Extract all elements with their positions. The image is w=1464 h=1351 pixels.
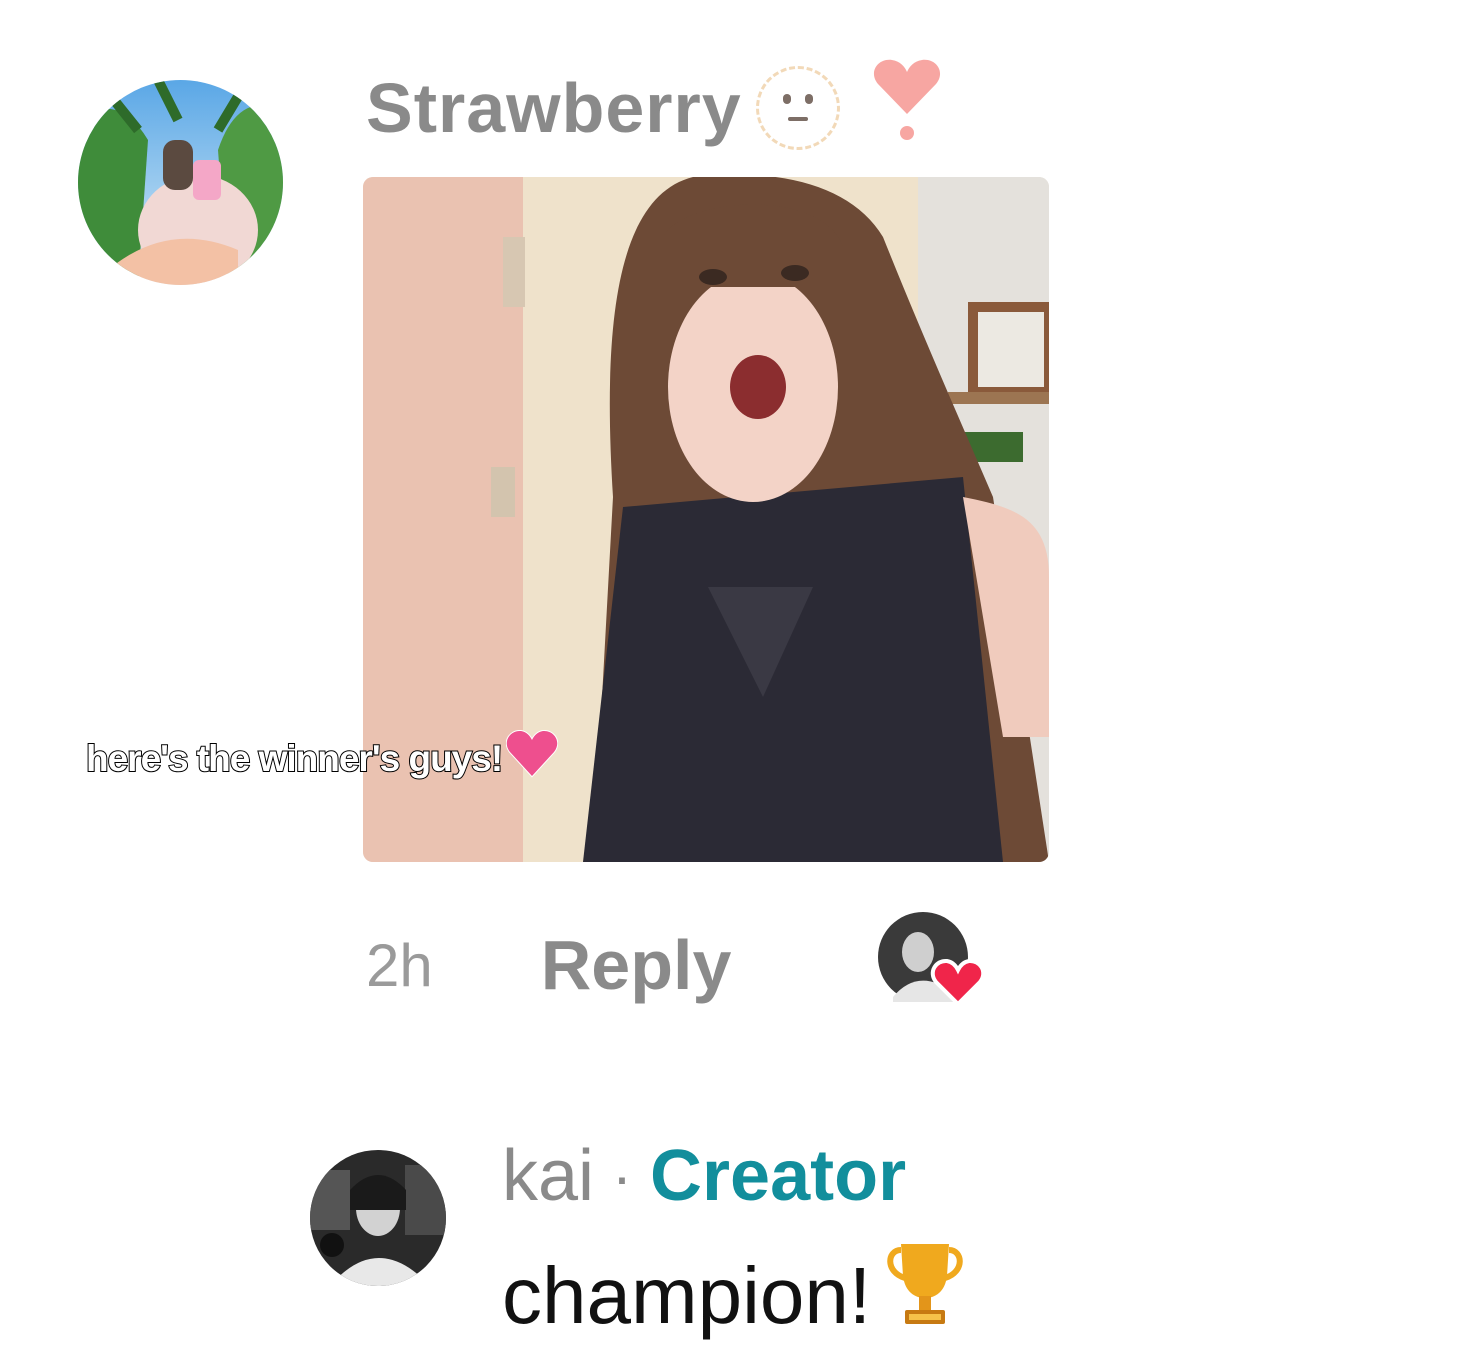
dotted-neutral-face-icon [755, 66, 840, 150]
comment-username-row: Strawberry [366, 58, 942, 158]
creator-badge: Creator [650, 1136, 907, 1216]
reply-button[interactable]: Reply [541, 925, 732, 1005]
comment-actions-row: 2h Reply [366, 920, 731, 1010]
comment-username[interactable]: Strawberry [366, 68, 742, 148]
avatar-image [78, 80, 283, 285]
reply-username[interactable]: kai [502, 1135, 594, 1217]
sparkling-heart-icon [505, 729, 559, 787]
creator-avatar-heart-icon [878, 912, 986, 1007]
media-caption: here's the winner's guys! [85, 729, 559, 787]
comment-timestamp: 2h [366, 931, 433, 999]
reply-header: kai · Creator [502, 1135, 906, 1217]
heart-exclamation-icon [872, 58, 942, 158]
trophy-icon [883, 1240, 967, 1351]
media-caption-text: here's the winner's guys! [85, 737, 504, 780]
commenter-avatar[interactable] [78, 80, 283, 285]
avatar-image [310, 1150, 446, 1286]
reply-body: champion! [502, 1240, 967, 1351]
liked-by-creator-badge [878, 912, 986, 1007]
reply-avatar[interactable] [310, 1150, 446, 1286]
separator-dot: · [612, 1142, 633, 1210]
reply-text: champion! [502, 1250, 872, 1340]
